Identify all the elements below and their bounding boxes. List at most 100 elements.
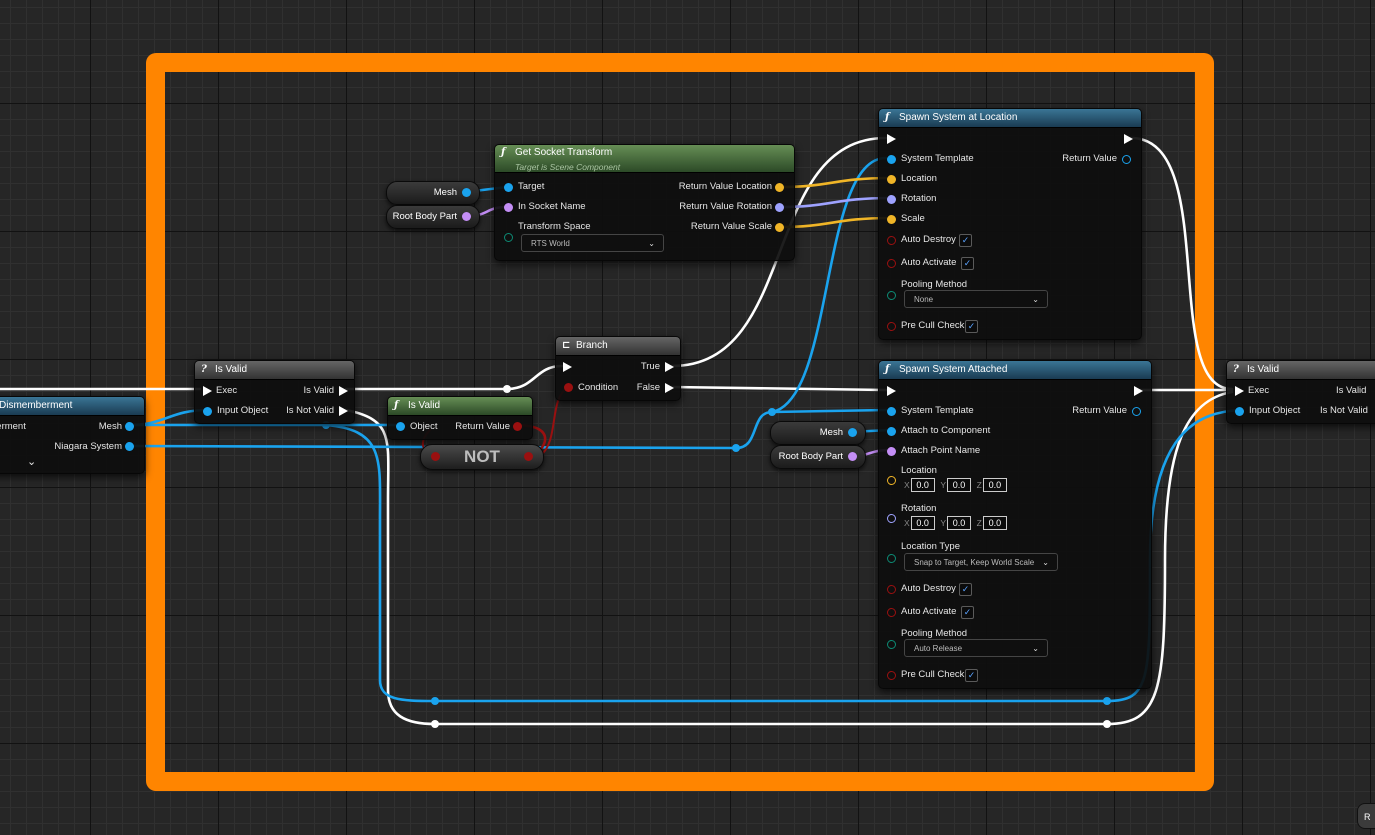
question-icon: ? <box>201 364 207 375</box>
rv-location-pin[interactable] <box>775 183 784 192</box>
location-type-dropdown[interactable]: Snap to Target, Keep World Scale ⌄ <box>904 553 1058 571</box>
is-valid-node-3[interactable]: ? Is Valid Exec Is Valid Input Object Is… <box>1226 360 1375 424</box>
transform-space-dropdown[interactable]: RTS World ⌄ <box>521 234 664 252</box>
mesh-var-pin-2[interactable] <box>848 428 857 437</box>
object-input-pin[interactable] <box>396 422 405 431</box>
root-body-part-var-pin[interactable] <box>462 212 471 221</box>
att-auto-destroy-checkbox[interactable]: ✓ <box>959 583 972 596</box>
exec-input-pin[interactable] <box>203 386 212 396</box>
exec-input-pin-3[interactable] <box>1235 386 1244 396</box>
return-value-label: Return Value <box>455 421 510 432</box>
is-valid-node-2[interactable]: ƒ Is Valid Object Return Value <box>387 396 533 440</box>
pre-cull-label: Pre Cull Check <box>901 320 965 331</box>
auto-destroy-pin[interactable] <box>887 236 896 245</box>
pre-cull-checkbox[interactable]: ✓ <box>965 320 978 333</box>
pre-cull-pin[interactable] <box>887 322 896 331</box>
is-valid-node-1[interactable]: ? Is Valid Exec Is Valid Input Object Is… <box>194 360 355 424</box>
spawn-loc-exec-in-pin[interactable] <box>887 134 896 144</box>
att-location-pin[interactable] <box>887 476 896 485</box>
spawn-loc-return-pin[interactable] <box>1122 155 1131 164</box>
branch-icon: ⊏ <box>562 340 571 351</box>
rotation-y-field[interactable]: 0.0 <box>946 516 971 530</box>
in-socket-name-pin[interactable] <box>504 203 513 212</box>
att-auto-activate-pin[interactable] <box>887 608 896 617</box>
get-socket-transform-node[interactable]: ƒ Get Socket Transform Target is Scene C… <box>494 144 795 261</box>
location-type-value: Snap to Target, Keep World Scale <box>914 558 1035 567</box>
att-pre-cull-pin[interactable] <box>887 671 896 680</box>
root-body-part-var-pin-2[interactable] <box>848 452 857 461</box>
attach-to-component-pin[interactable] <box>887 427 896 436</box>
root-body-part-variable-node-2[interactable]: Root Body Part <box>770 445 866 469</box>
att-pooling-method-pin[interactable] <box>887 640 896 649</box>
corner-node[interactable]: R <box>1357 803 1375 829</box>
auto-activate-checkbox[interactable]: ✓ <box>961 257 974 270</box>
not-node[interactable]: NOT <box>420 444 544 470</box>
att-location-label: Location <box>901 465 937 476</box>
return-value-pin[interactable] <box>513 422 522 431</box>
att-auto-destroy-pin[interactable] <box>887 585 896 594</box>
expand-chevron-icon[interactable]: ⌄ <box>27 455 36 469</box>
location-type-label: Location Type <box>901 541 960 552</box>
true-exec-pin[interactable] <box>665 362 674 372</box>
root-body-part-variable-node-1[interactable]: Root Body Part <box>386 205 480 229</box>
scale-pin[interactable] <box>887 215 896 224</box>
dismemberment-node[interactable]: Dismemberment Mesh berment Niagara Syste… <box>0 396 145 474</box>
spawn-system-attached-node[interactable]: ƒ Spawn System Attached System Template … <box>878 360 1152 689</box>
location-x-field[interactable]: 0.0 <box>910 478 935 492</box>
attach-point-name-pin[interactable] <box>887 447 896 456</box>
spawn-location-title: Spawn System at Location <box>899 112 1018 123</box>
input-object-pin[interactable] <box>203 407 212 416</box>
spawn-att-return-pin[interactable] <box>1132 407 1141 416</box>
mesh-var-pin[interactable] <box>462 188 471 197</box>
spawn-system-at-location-node[interactable]: ƒ Spawn System at Location System Templa… <box>878 108 1142 340</box>
att-pooling-method-value: Auto Release <box>914 644 963 653</box>
rotation-z-field[interactable]: 0.0 <box>982 516 1007 530</box>
transform-space-value: RTS World <box>531 239 570 248</box>
mesh-var-label-2: Mesh <box>819 427 843 438</box>
att-pooling-method-dropdown[interactable]: Auto Release ⌄ <box>904 639 1048 657</box>
function-icon: ƒ <box>394 400 399 411</box>
not-output-pin[interactable] <box>524 452 533 461</box>
is-valid-exec-pin[interactable] <box>339 386 348 396</box>
att-auto-destroy-label: Auto Destroy <box>901 583 956 594</box>
location-type-pin[interactable] <box>887 554 896 563</box>
input-object-pin-3[interactable] <box>1235 407 1244 416</box>
target-pin[interactable] <box>504 183 513 192</box>
pooling-method-dropdown[interactable]: None ⌄ <box>904 290 1048 308</box>
location-pin[interactable] <box>887 175 896 184</box>
z-axis-label: Z <box>976 480 982 490</box>
mesh-output-pin[interactable] <box>125 422 134 431</box>
dismemberment-title: Dismemberment <box>0 400 73 411</box>
transform-space-pin[interactable] <box>504 233 513 242</box>
is-not-valid-exec-pin[interactable] <box>339 406 348 416</box>
system-template-pin[interactable] <box>887 155 896 164</box>
location-z-field[interactable]: 0.0 <box>982 478 1007 492</box>
att-auto-activate-checkbox[interactable]: ✓ <box>961 606 974 619</box>
rv-scale-pin[interactable] <box>775 223 784 232</box>
spawn-location-header: ƒ Spawn System at Location <box>879 109 1141 128</box>
rv-rotation-pin[interactable] <box>775 203 784 212</box>
input-object-label-3: Input Object <box>1249 405 1301 416</box>
att-system-template-pin[interactable] <box>887 407 896 416</box>
spawn-att-exec-out-pin[interactable] <box>1134 386 1143 396</box>
rotation-pin[interactable] <box>887 195 896 204</box>
rotation-x-field[interactable]: 0.0 <box>910 516 935 530</box>
function-icon: ƒ <box>885 112 890 123</box>
root-body-part-var-label-2: Root Body Part <box>778 451 843 462</box>
branch-node[interactable]: ⊏ Branch True Condition False <box>555 336 681 401</box>
mesh-variable-node-2[interactable]: Mesh <box>770 421 866 445</box>
is-valid-1-header: ? Is Valid <box>195 361 354 380</box>
att-rotation-pin[interactable] <box>887 514 896 523</box>
pooling-method-pin[interactable] <box>887 291 896 300</box>
spawn-att-exec-in-pin[interactable] <box>887 386 896 396</box>
branch-exec-input-pin[interactable] <box>563 362 572 372</box>
condition-pin[interactable] <box>564 383 573 392</box>
mesh-variable-node-1[interactable]: Mesh <box>386 181 480 205</box>
auto-activate-pin[interactable] <box>887 259 896 268</box>
auto-destroy-checkbox[interactable]: ✓ <box>959 234 972 247</box>
att-pre-cull-checkbox[interactable]: ✓ <box>965 669 978 682</box>
niagara-output-pin[interactable] <box>125 442 134 451</box>
location-y-field[interactable]: 0.0 <box>946 478 971 492</box>
false-exec-pin[interactable] <box>665 383 674 393</box>
spawn-loc-exec-out-pin[interactable] <box>1124 134 1133 144</box>
